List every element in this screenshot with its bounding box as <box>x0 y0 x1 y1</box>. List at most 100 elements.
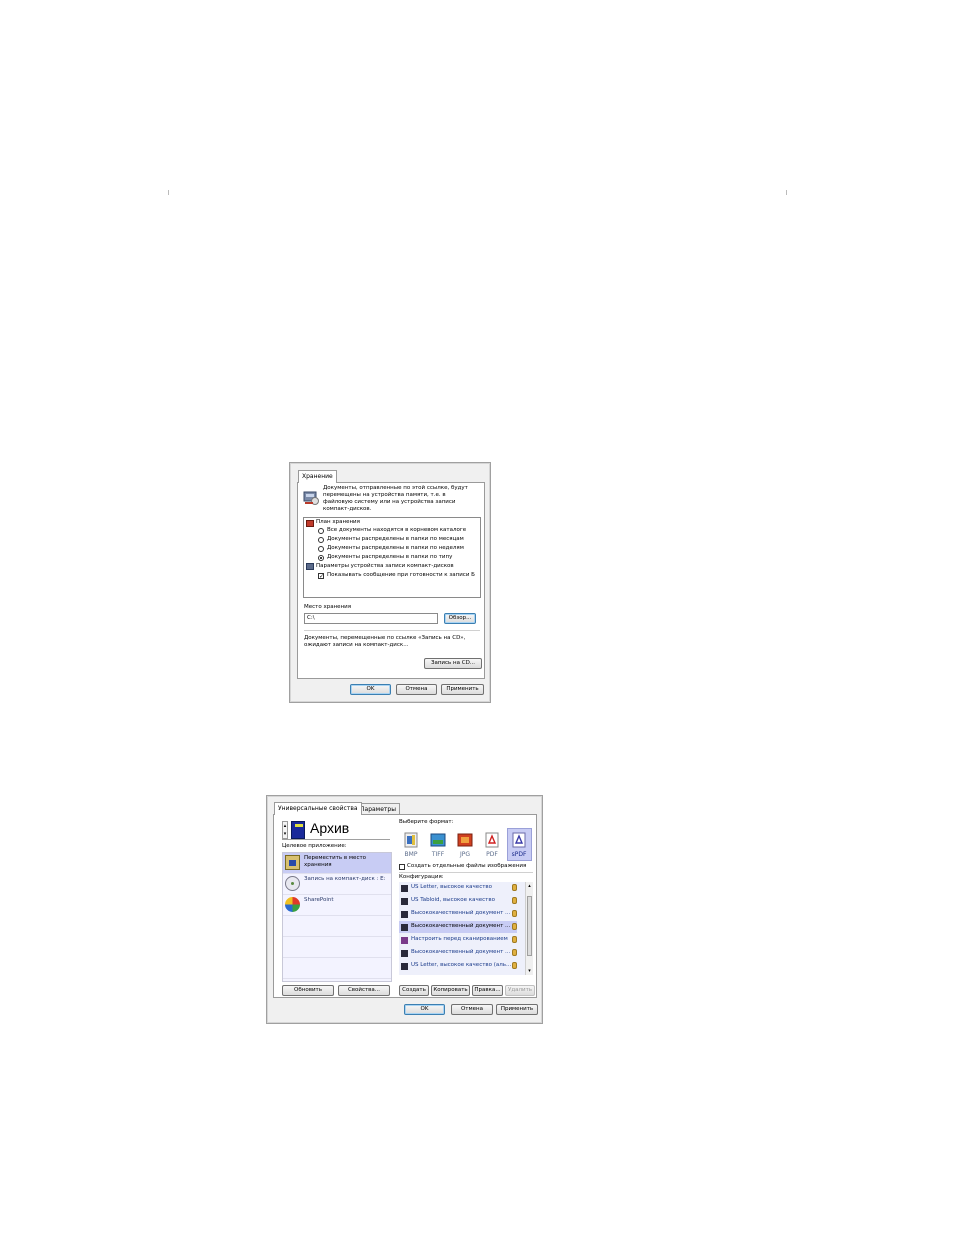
config-item-label: US Tabloid, высокое качество <box>411 897 495 903</box>
properties-button[interactable]: Свойства... <box>338 985 390 996</box>
format-spdf-icon[interactable] <box>509 831 529 849</box>
copy-button[interactable]: Копировать <box>431 985 470 996</box>
create-button[interactable]: Создать <box>399 985 429 996</box>
target-item-sharepoint[interactable]: SharePoint <box>283 895 391 916</box>
storage-folder-icon <box>285 855 300 870</box>
spin-up-icon[interactable]: ▴ <box>283 822 287 830</box>
properties-panel: ▴ ▾ Архив Целевое приложение: Переместит… <box>273 814 537 998</box>
radio-option-month[interactable] <box>318 537 324 543</box>
margin-mark-left <box>168 190 169 195</box>
format-pdf-icon[interactable] <box>482 831 502 849</box>
scroll-up-icon[interactable]: ▴ <box>526 882 533 890</box>
format-spdf-label: sPDF <box>511 851 527 858</box>
target-cd-label: Запись на компакт-диск : E: <box>304 876 386 882</box>
title-underline <box>282 839 390 840</box>
config-label: Конфигурация: <box>399 874 444 880</box>
radio-option-week[interactable] <box>318 546 324 552</box>
sharepoint-icon <box>285 897 300 912</box>
format-jpg-icon[interactable] <box>455 831 475 849</box>
tab-storage[interactable]: Хранение <box>298 470 337 483</box>
cancel-button[interactable]: Отмена <box>396 684 437 695</box>
config-icon <box>401 963 408 970</box>
description-line-2: перемещены на устройства памяти, т.е. в <box>323 492 446 498</box>
storage-options-tree: План хранения Все документы находятся в … <box>303 517 481 598</box>
cd-params-label: Параметры устройства записи компакт-диск… <box>316 563 454 569</box>
ok-button[interactable]: OK <box>404 1004 445 1015</box>
config-item[interactable]: Высококачественный документ ... <box>399 908 517 920</box>
config-item-label: Высококачественный документ ... <box>411 910 511 916</box>
config-item[interactable]: US Letter, высокое качество (аль... <box>399 960 517 972</box>
config-item-selected[interactable]: Высококачественный документ ... <box>399 921 517 933</box>
spin-down-icon[interactable]: ▾ <box>283 830 287 838</box>
cancel-button[interactable]: Отмена <box>451 1004 493 1015</box>
archive-icon <box>291 821 305 839</box>
option-label-month: Документы распределены в папки по месяца… <box>327 536 464 542</box>
empty-row <box>283 958 391 979</box>
format-jpg-label: JPG <box>459 851 471 858</box>
format-label: Выберите формат: <box>399 819 454 825</box>
radio-option-root[interactable] <box>318 528 324 534</box>
location-input[interactable]: C:\ <box>304 613 438 624</box>
title-spinner[interactable]: ▴ ▾ <box>282 821 288 839</box>
option-label-root: Все документы находятся в корневом катал… <box>327 527 467 533</box>
config-item[interactable]: Высококачественный документ ... <box>399 947 517 959</box>
lock-icon <box>512 936 517 943</box>
margin-mark-right <box>786 190 787 195</box>
storage-device-icon <box>303 489 319 505</box>
browse-button[interactable]: Обзор... <box>444 613 476 624</box>
format-bmp-icon[interactable] <box>401 831 421 849</box>
show-message-label: Показывать сообщение при готовности к за… <box>327 572 475 578</box>
description-line-1: Документы, отправленные по этой ссылке, … <box>323 485 468 491</box>
lock-icon <box>512 910 517 917</box>
config-item-label: Настроить перед сканированием <box>411 936 508 942</box>
separate-files-label: Создать отдельные файлы изображения <box>407 863 527 869</box>
target-storage-line-1: Переместить в место <box>304 855 367 861</box>
option-label-type: Документы распределены в папки по типу <box>327 554 453 560</box>
target-item-storage[interactable]: Переместить в место хранения <box>283 853 391 874</box>
plan-folder-icon <box>306 520 314 527</box>
destination-title: Архив <box>310 820 350 836</box>
description-line-4: компакт-дисков. <box>323 506 372 512</box>
config-item-label: US Letter, высокое качество (аль... <box>411 962 511 968</box>
plan-label: План хранения <box>316 519 360 525</box>
config-icon <box>401 950 408 957</box>
scroll-thumb[interactable] <box>527 896 532 956</box>
config-item-label: Высококачественный документ ... <box>411 949 511 955</box>
lock-icon <box>512 884 517 891</box>
empty-row <box>283 937 391 958</box>
format-bmp-label: BMP <box>404 851 418 858</box>
target-app-list: Переместить в место хранения Запись на к… <box>282 852 392 982</box>
separator <box>399 872 533 873</box>
config-icon <box>401 911 408 918</box>
edit-button[interactable]: Правка... <box>472 985 503 996</box>
delete-button[interactable]: Удалить <box>505 985 535 996</box>
storage-dialog: Хранение Документы, отправленные по этой… <box>289 462 491 703</box>
lock-icon <box>512 962 517 969</box>
separate-files-checkbox[interactable] <box>399 864 405 870</box>
config-scrollbar[interactable]: ▴ ▾ <box>525 882 533 975</box>
location-label: Место хранения <box>304 604 352 610</box>
target-sharepoint-label: SharePoint <box>304 897 334 903</box>
config-item[interactable]: US Tabloid, высокое качество <box>399 895 517 907</box>
format-tiff-icon[interactable] <box>428 831 448 849</box>
scroll-down-icon[interactable]: ▾ <box>526 967 533 975</box>
radio-option-type[interactable] <box>318 555 324 561</box>
description-line-3: файловую систему или на устройства запис… <box>323 499 456 505</box>
burn-cd-button[interactable]: Запись на CD... <box>424 658 482 669</box>
config-item[interactable]: Настроить перед сканированием <box>399 934 517 946</box>
apply-button[interactable]: Применить <box>441 684 484 695</box>
target-item-cd[interactable]: Запись на компакт-диск : E: <box>283 874 391 895</box>
tab-universal-properties[interactable]: Универсальные свойства <box>274 802 362 815</box>
apply-button[interactable]: Применить <box>496 1004 538 1015</box>
config-icon <box>401 898 408 905</box>
config-icon <box>401 924 408 931</box>
refresh-button[interactable]: Обновить <box>282 985 334 996</box>
separator <box>304 630 480 631</box>
format-tiff-label: TIFF <box>431 851 445 858</box>
empty-row <box>283 916 391 937</box>
ok-button[interactable]: OK <box>350 684 391 695</box>
config-item[interactable]: US Letter, высокое качество <box>399 882 517 894</box>
format-pdf-label: PDF <box>486 851 498 858</box>
target-storage-line-2: хранения <box>304 862 332 868</box>
show-message-checkbox[interactable]: ✓ <box>318 573 324 580</box>
